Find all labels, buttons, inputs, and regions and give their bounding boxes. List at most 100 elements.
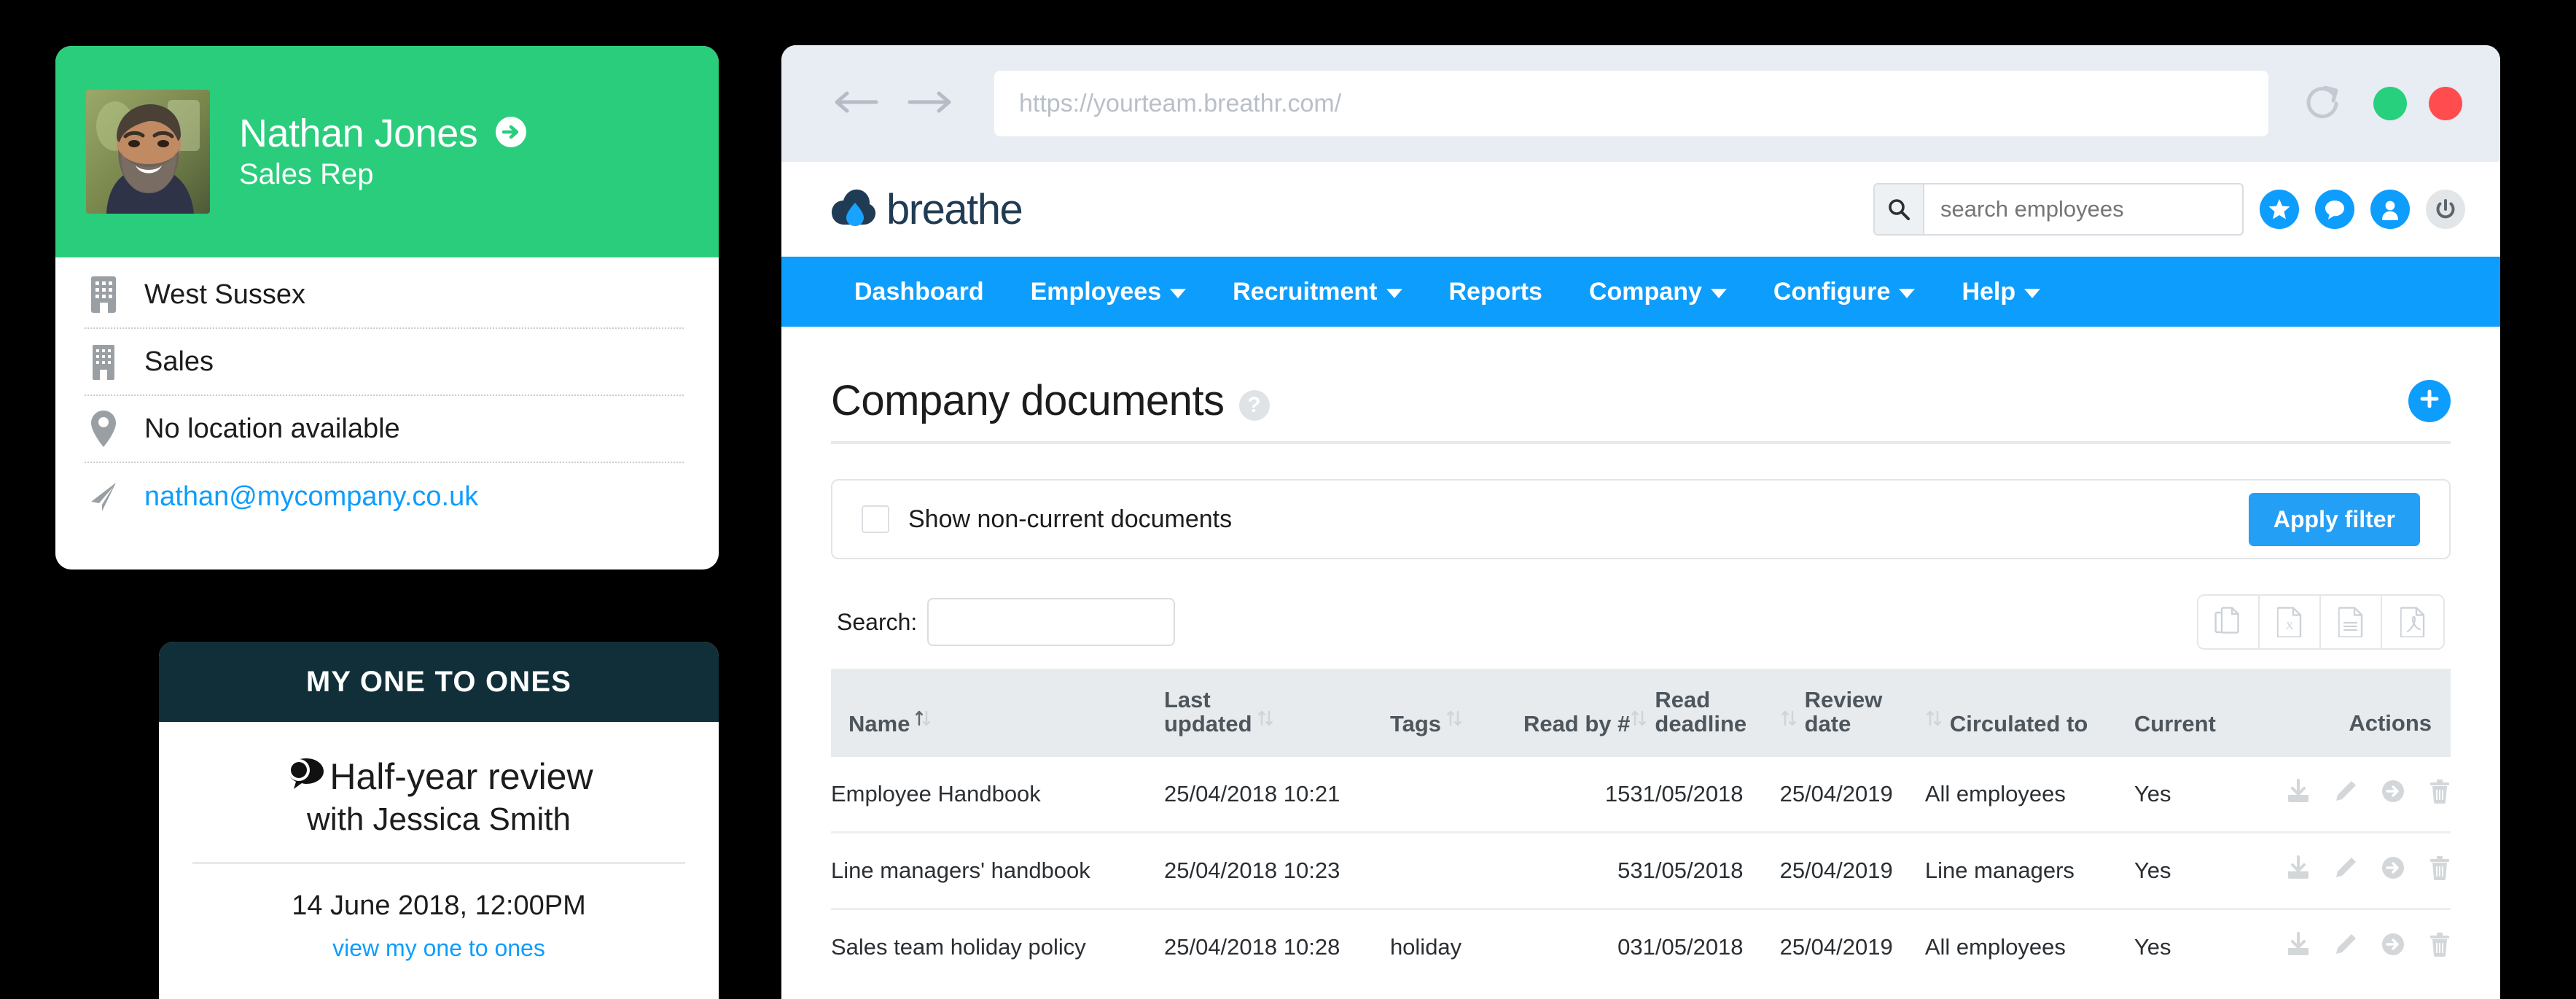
arrow-left-icon[interactable] [832, 88, 879, 120]
sort-arrows-icon[interactable] [1925, 706, 1943, 735]
documents-table: Name Last updated Tags Read by # Read de… [831, 669, 2451, 984]
nav-item-dashboard[interactable]: Dashboard [831, 278, 1007, 306]
col-header-review-date[interactable]: Review date [1780, 669, 1925, 757]
nav-item-recruitment[interactable]: Recruitment [1209, 278, 1425, 306]
nav-label: Company [1588, 277, 1702, 306]
cell-review-date: 25/04/2019 [1779, 933, 1893, 960]
pdf-export-icon[interactable] [2382, 596, 2443, 648]
one-to-one-with: with Jessica Smith [307, 801, 571, 837]
arrow-right-circle-icon[interactable] [493, 114, 528, 153]
cell-tags [1389, 832, 1494, 910]
sort-arrows-icon[interactable] [1780, 706, 1798, 735]
col-header-name[interactable]: Name [831, 669, 1164, 757]
excel-export-icon[interactable]: X [2260, 596, 2321, 648]
cell-name: Employee Handbook [831, 756, 1164, 833]
table-row[interactable]: Line managers' handbook 25/04/2018 10:23… [831, 832, 2451, 910]
sort-arrows-icon[interactable] [1257, 706, 1274, 735]
building-icon [85, 276, 122, 313]
col-header-tags[interactable]: Tags [1390, 669, 1493, 757]
arrow-right-icon[interactable] [907, 88, 953, 120]
nav-label: Dashboard [854, 277, 984, 306]
url-bar[interactable]: https://yourteam.breathr.com/ [994, 71, 2268, 136]
apply-filter-button[interactable]: Apply filter [2248, 492, 2420, 546]
circulate-arrow-icon[interactable] [2381, 932, 2405, 963]
star-icon[interactable] [2260, 190, 2299, 229]
profile-info-row-location: No location available [85, 396, 684, 463]
circulate-arrow-icon[interactable] [2381, 855, 2405, 886]
cell-name: Line managers' handbook [831, 832, 1164, 910]
cell-last-updated: 25/04/2018 10:28 [1163, 933, 1340, 960]
table-head: Name Last updated Tags Read by # Read de… [831, 669, 2451, 757]
cell-current: Yes [2134, 933, 2171, 960]
user-icon[interactable] [2370, 190, 2410, 229]
nav-item-configure[interactable]: Configure [1750, 278, 1939, 306]
cell-tags [1389, 756, 1494, 833]
chevron-down-icon [1386, 289, 1402, 298]
csv-export-icon[interactable] [2321, 596, 2382, 648]
sort-arrows-icon[interactable] [914, 706, 932, 735]
add-document-button[interactable] [2408, 379, 2451, 422]
sort-arrows-icon[interactable] [1630, 706, 1647, 735]
one-to-one-datetime: 14 June 2018, 12:00PM [292, 890, 586, 921]
cell-circulated-to: All employees [1924, 933, 2066, 960]
page-title: Company documents [831, 377, 1225, 424]
search-input[interactable] [1924, 184, 2242, 234]
table-row[interactable]: Sales team holiday policy 25/04/2018 10:… [831, 909, 2451, 984]
download-icon[interactable] [2286, 778, 2311, 809]
speech-bubble-icon[interactable] [2315, 190, 2354, 229]
cell-actions [2239, 832, 2451, 910]
sort-arrows-icon[interactable] [1445, 706, 1463, 735]
edit-pencil-icon[interactable] [2334, 933, 2357, 962]
search-icon[interactable] [1875, 184, 1924, 234]
cell-circulated-to: Line managers [1924, 832, 2134, 910]
table-row[interactable]: Employee Handbook 25/04/2018 10:21 15 31… [831, 756, 2451, 833]
nav-item-help[interactable]: Help [1938, 278, 2064, 306]
delete-trash-icon[interactable] [2429, 932, 2451, 963]
profile-info-text: No location available [144, 413, 400, 444]
cell-current: Yes [2134, 756, 2239, 833]
table-header-row: Name Last updated Tags Read by # Read de… [831, 669, 2451, 757]
nav-item-company[interactable]: Company [1566, 278, 1750, 306]
app-header: breathe [781, 162, 2500, 257]
browser-window: https://yourteam.breathr.com/ breathe se… [781, 45, 2500, 999]
col-header-read-by[interactable]: Read by # [1493, 669, 1630, 757]
profile-info-list: West Sussex Sales No location available … [55, 257, 719, 530]
col-label: Circulated to [1949, 711, 2088, 737]
profile-identity: Nathan Jones Sales Rep [239, 111, 528, 190]
nav-item-employees[interactable]: Employees [1007, 278, 1210, 306]
cell-read-by: 0 [1617, 933, 1631, 960]
reload-icon[interactable] [2303, 83, 2341, 124]
col-label: Current [2134, 711, 2216, 737]
profile-email-link[interactable]: nathan@mycompany.co.uk [144, 481, 478, 513]
col-header-read-deadline[interactable]: Read deadline [1630, 669, 1779, 757]
download-icon[interactable] [2286, 931, 2311, 963]
close-dot[interactable] [2429, 87, 2462, 120]
copy-export-icon[interactable] [2198, 596, 2260, 648]
one-to-ones-header: MY ONE TO ONES [159, 642, 719, 722]
chevron-down-icon [1710, 289, 1727, 298]
col-header-last-updated[interactable]: Last updated [1164, 669, 1390, 757]
delete-trash-icon[interactable] [2429, 855, 2451, 886]
power-icon[interactable] [2426, 190, 2465, 229]
col-label: Read deadline [1655, 687, 1747, 737]
page-content: Company documents ? Show non-current doc… [781, 327, 2500, 984]
chevron-down-icon [2024, 289, 2041, 298]
download-icon[interactable] [2286, 855, 2311, 886]
edit-pencil-icon[interactable] [2334, 780, 2357, 809]
profile-info-row-email[interactable]: nathan@mycompany.co.uk [85, 463, 684, 530]
divider [192, 861, 685, 864]
col-header-circulated-to[interactable]: Circulated to [1925, 669, 2134, 757]
profile-name: Nathan Jones [239, 111, 478, 155]
maximize-dot[interactable] [2373, 87, 2407, 120]
show-non-current-checkbox[interactable] [862, 505, 889, 533]
view-one-to-ones-link[interactable]: view my one to ones [188, 935, 690, 962]
delete-trash-icon[interactable] [2429, 779, 2451, 809]
cell-circulated-to: All employees [1924, 756, 2134, 833]
question-mark-icon[interactable]: ? [1238, 389, 1270, 421]
edit-pencil-icon[interactable] [2334, 856, 2357, 885]
employee-search[interactable] [1873, 183, 2244, 236]
table-search-input[interactable] [927, 598, 1176, 646]
breathe-logo[interactable]: breathe [831, 185, 1023, 234]
nav-item-reports[interactable]: Reports [1426, 278, 1566, 306]
circulate-arrow-icon[interactable] [2381, 779, 2405, 809]
